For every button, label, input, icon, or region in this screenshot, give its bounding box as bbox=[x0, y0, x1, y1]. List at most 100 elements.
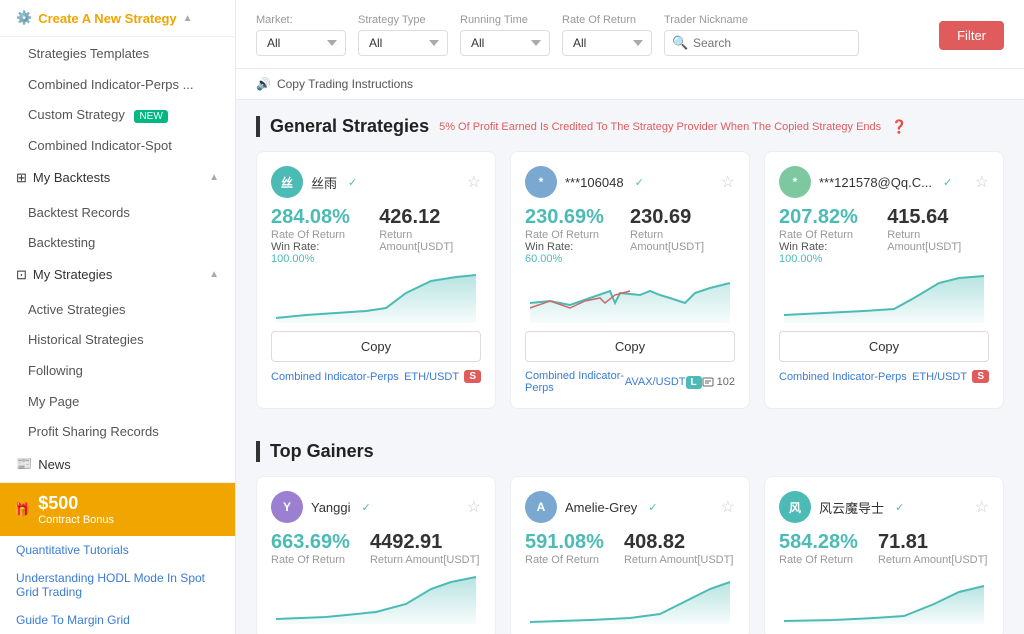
top-gainer-card-0: Y Yanggi ✓ ☆ 663.69% Rate Of Return 4492… bbox=[256, 476, 496, 634]
star-0[interactable]: ☆ bbox=[467, 172, 481, 192]
quant-tutorials-link[interactable]: Quantitative Tutorials bbox=[0, 536, 235, 564]
margin-grid-link[interactable]: Guide To Margin Grid bbox=[0, 606, 235, 634]
strategy-templates-item[interactable]: Strategies Templates bbox=[0, 37, 235, 68]
card-header-2: * ***121578@Qq.C... ✓ ☆ bbox=[779, 166, 989, 198]
verified-icon-1: ✓ bbox=[635, 176, 644, 189]
strategy-link-2[interactable]: Combined Indicator-Perps bbox=[779, 371, 907, 383]
help-icon[interactable]: ❓ bbox=[891, 119, 907, 135]
strategy-card-2: * ***121578@Qq.C... ✓ ☆ 207.82% Rate Of … bbox=[764, 151, 1004, 409]
strategies-label: My Strategies bbox=[33, 267, 112, 282]
rate-of-return-select[interactable]: All bbox=[562, 30, 652, 56]
top-gainers-heading: Top Gainers bbox=[270, 441, 374, 462]
trader-nickname-label: Trader Nickname bbox=[664, 14, 859, 26]
sidebar: ⚙️ Create A New Strategy ▲ Strategies Te… bbox=[0, 0, 236, 634]
rate-of-return-filter-group: Rate Of Return All bbox=[562, 14, 652, 56]
copy-instructions-bar[interactable]: 🔊 Copy Trading Instructions bbox=[236, 69, 1024, 100]
top-gainer-card-2: 风 风云魔导士 ✓ ☆ 584.28% Rate Of Return 71.81… bbox=[764, 476, 1004, 634]
bonus-banner[interactable]: 🎁 $500 Contract Bonus bbox=[0, 483, 235, 536]
tg-rate-stat-0: 663.69% Rate Of Return bbox=[271, 531, 350, 566]
rate-of-return-label: Rate Of Return bbox=[562, 14, 652, 26]
card-stats-2: 207.82% Rate Of Return Win Rate: 100.00%… bbox=[779, 206, 989, 265]
tg-mini-chart-2 bbox=[779, 574, 989, 624]
tg-mini-chart-1 bbox=[525, 574, 735, 624]
return-label-0: Return Amount[USDT] bbox=[379, 229, 481, 253]
create-strategy-label: Create A New Strategy bbox=[38, 11, 176, 26]
hodl-mode-link[interactable]: Understanding HODL Mode In Spot Grid Tra… bbox=[0, 564, 235, 606]
verified-icon-0: ✓ bbox=[348, 176, 357, 189]
tg-rate-label-2: Rate Of Return bbox=[779, 554, 858, 566]
rate-label-1: Rate Of Return bbox=[525, 229, 610, 241]
tg-avatar-2: 风 bbox=[779, 491, 811, 523]
tg-username-1: Amelie-Grey bbox=[565, 500, 637, 515]
star-1[interactable]: ☆ bbox=[721, 172, 735, 192]
tg-card-stats-2: 584.28% Rate Of Return 71.81 Return Amou… bbox=[779, 531, 989, 566]
backtesting-item[interactable]: Backtesting bbox=[0, 226, 235, 257]
create-strategy-header[interactable]: ⚙️ Create A New Strategy ▲ bbox=[0, 0, 235, 37]
return-value-0: 426.12 bbox=[379, 206, 481, 229]
tg-return-stat-0: 4492.91 Return Amount[USDT] bbox=[370, 531, 479, 566]
news-item[interactable]: 📰 News bbox=[0, 446, 235, 482]
rate-stat-1: 230.69% Rate Of Return Win Rate: 60.00% bbox=[525, 206, 610, 265]
mini-chart-2 bbox=[779, 273, 989, 323]
copy-button-0[interactable]: Copy bbox=[271, 331, 481, 362]
strategy-link-1[interactable]: Combined Indicator-Perps bbox=[525, 370, 625, 394]
tg-rate-value-2: 584.28% bbox=[779, 531, 858, 554]
tg-rate-label-0: Rate Of Return bbox=[271, 554, 350, 566]
search-input[interactable] bbox=[664, 30, 859, 56]
verified-icon-2: ✓ bbox=[943, 176, 952, 189]
filter-button[interactable]: Filter bbox=[939, 21, 1004, 50]
rate-value-2: 207.82% bbox=[779, 206, 867, 229]
tg-mini-chart-0 bbox=[271, 574, 481, 624]
strategy-type-select[interactable]: All bbox=[358, 30, 448, 56]
return-stat-2: 415.64 Return Amount[USDT] bbox=[887, 206, 989, 265]
strategies-group-header[interactable]: ⊡ My Strategies ▲ bbox=[0, 257, 235, 293]
custom-strategy-item[interactable]: Custom Strategy NEW bbox=[0, 98, 235, 129]
following-item[interactable]: Following bbox=[0, 354, 235, 385]
search-wrap: 🔍 bbox=[664, 30, 859, 56]
username-0: 丝雨 bbox=[311, 173, 337, 192]
running-time-select[interactable]: All bbox=[460, 30, 550, 56]
copy-button-1[interactable]: Copy bbox=[525, 331, 735, 362]
running-time-label: Running Time bbox=[460, 14, 550, 26]
top-gainers-section: Top Gainers Y Yanggi ✓ ☆ 663.69% Rate Of… bbox=[236, 425, 1024, 634]
general-strategies-subtitle: 5% Of Profit Earned Is Credited To The S… bbox=[439, 121, 881, 133]
card-header-0: 丝 丝雨 ✓ ☆ bbox=[271, 166, 481, 198]
my-page-item[interactable]: My Page bbox=[0, 385, 235, 416]
historical-strategies-item[interactable]: Historical Strategies bbox=[0, 323, 235, 354]
tg-star-1[interactable]: ☆ bbox=[721, 497, 735, 517]
tg-star-0[interactable]: ☆ bbox=[467, 497, 481, 517]
avatar-1: * bbox=[525, 166, 557, 198]
tg-verified-1: ✓ bbox=[648, 501, 657, 514]
tag-0: S bbox=[464, 370, 481, 383]
backtest-records-item[interactable]: Backtest Records bbox=[0, 196, 235, 227]
general-strategies-grid: 丝 丝雨 ✓ ☆ 284.08% Rate Of Return Win Rate… bbox=[256, 151, 1004, 409]
tg-return-label-2: Return Amount[USDT] bbox=[878, 554, 987, 566]
return-stat-0: 426.12 Return Amount[USDT] bbox=[379, 206, 481, 265]
star-2[interactable]: ☆ bbox=[975, 172, 989, 192]
main-content: Market: All Strategy Type All Running Ti… bbox=[236, 0, 1024, 634]
general-strategies-section: General Strategies 5% Of Profit Earned I… bbox=[236, 100, 1024, 425]
tg-card-header-1: A Amelie-Grey ✓ ☆ bbox=[525, 491, 735, 523]
card-header-1: * ***106048 ✓ ☆ bbox=[525, 166, 735, 198]
backtests-label: My Backtests bbox=[33, 170, 110, 185]
tg-avatar-1: A bbox=[525, 491, 557, 523]
avatar-0: 丝 bbox=[271, 166, 303, 198]
tg-rate-label-1: Rate Of Return bbox=[525, 554, 604, 566]
backtests-group-header[interactable]: ⊞ My Backtests ▲ bbox=[0, 160, 235, 196]
card-footer-2: Combined Indicator-Perps ETH/USDT S bbox=[779, 370, 989, 383]
tg-star-2[interactable]: ☆ bbox=[975, 497, 989, 517]
strategy-link-0[interactable]: Combined Indicator-Perps bbox=[271, 371, 399, 383]
copy-button-2[interactable]: Copy bbox=[779, 331, 989, 362]
return-label-2: Return Amount[USDT] bbox=[887, 229, 989, 253]
active-strategies-item[interactable]: Active Strategies bbox=[0, 293, 235, 324]
running-time-filter-group: Running Time All bbox=[460, 14, 550, 56]
tg-return-label-1: Return Amount[USDT] bbox=[624, 554, 733, 566]
card-footer-0: Combined Indicator-Perps ETH/USDT S bbox=[271, 370, 481, 383]
rate-label-2: Rate Of Return bbox=[779, 229, 867, 241]
market-filter-group: Market: All bbox=[256, 14, 346, 56]
combined-indicator-perps-item[interactable]: Combined Indicator-Perps ... bbox=[0, 68, 235, 99]
card-user-2: * ***121578@Qq.C... ✓ bbox=[779, 166, 952, 198]
profit-sharing-item[interactable]: Profit Sharing Records bbox=[0, 415, 235, 446]
market-select[interactable]: All bbox=[256, 30, 346, 56]
combined-indicator-spot-item[interactable]: Combined Indicator-Spot bbox=[0, 129, 235, 160]
